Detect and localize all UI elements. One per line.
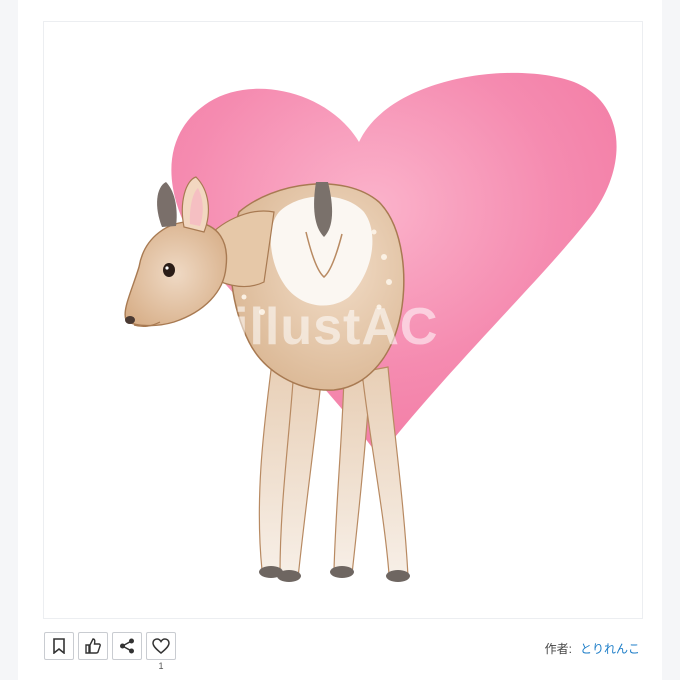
author-info: 作者: とりれんこ [545,640,640,657]
watermark: illustAC [234,298,438,356]
thumbs-up-icon [85,638,101,654]
author-link[interactable]: とりれんこ [580,640,640,657]
deer-leg-right-back [333,376,371,575]
action-bar: 1 [44,632,176,671]
deer-head [124,221,228,327]
share-button[interactable] [112,632,142,660]
like-count: 1 [158,661,164,671]
deer-eye [163,263,175,277]
illustration-frame: illustAC [44,22,642,618]
hoof [277,570,301,582]
share-icon [120,638,134,654]
illustration: illustAC [124,72,617,582]
like-button[interactable] [146,632,176,660]
deer-nose [125,316,135,324]
bookmark-icon [53,638,65,654]
bookmark-button[interactable] [44,632,74,660]
thumbs-up-button[interactable] [78,632,108,660]
author-label: 作者: [544,642,572,656]
hoof [330,566,354,578]
heart-icon [152,638,170,654]
hoof [386,570,410,582]
like-wrapper: 1 [146,632,176,671]
